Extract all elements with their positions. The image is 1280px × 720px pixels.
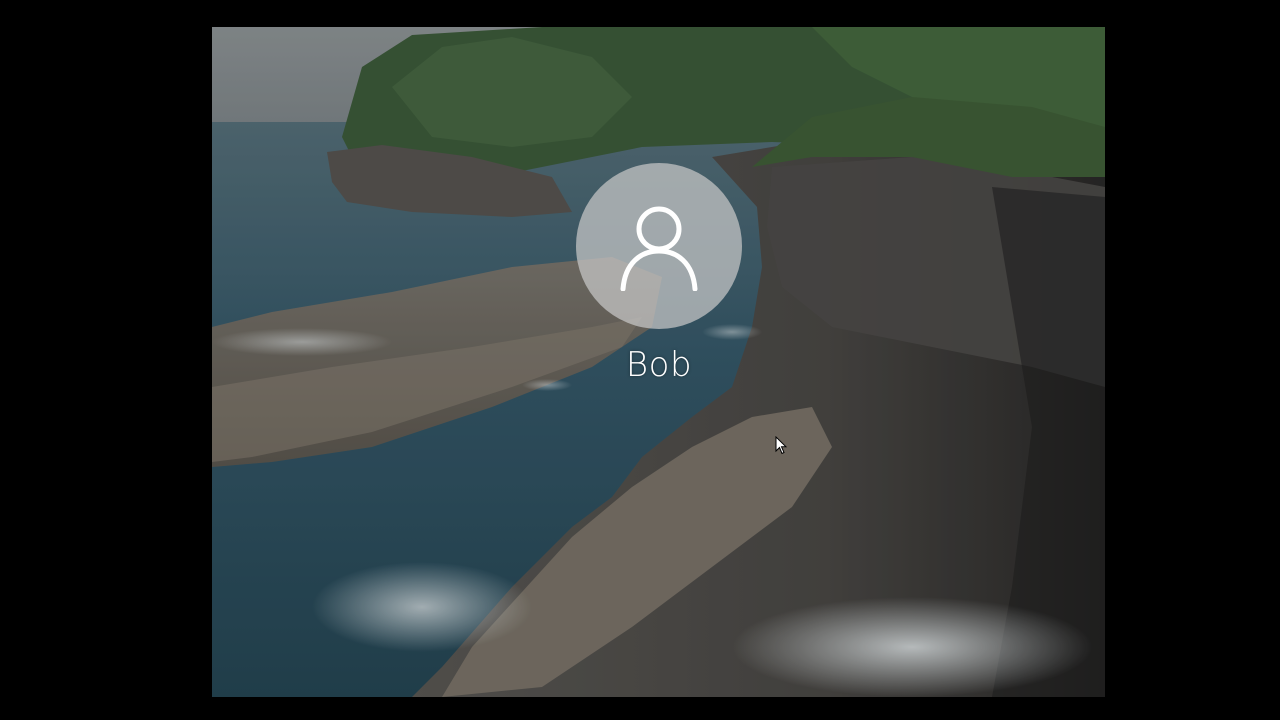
user-silhouette-icon xyxy=(620,206,698,291)
lock-screen-wallpaper[interactable]: Bob xyxy=(212,27,1105,697)
screen: Bob xyxy=(0,0,1280,720)
user-name-label: Bob xyxy=(625,345,693,385)
user-avatar[interactable] xyxy=(576,163,742,329)
mouse-pointer-icon xyxy=(775,436,787,455)
